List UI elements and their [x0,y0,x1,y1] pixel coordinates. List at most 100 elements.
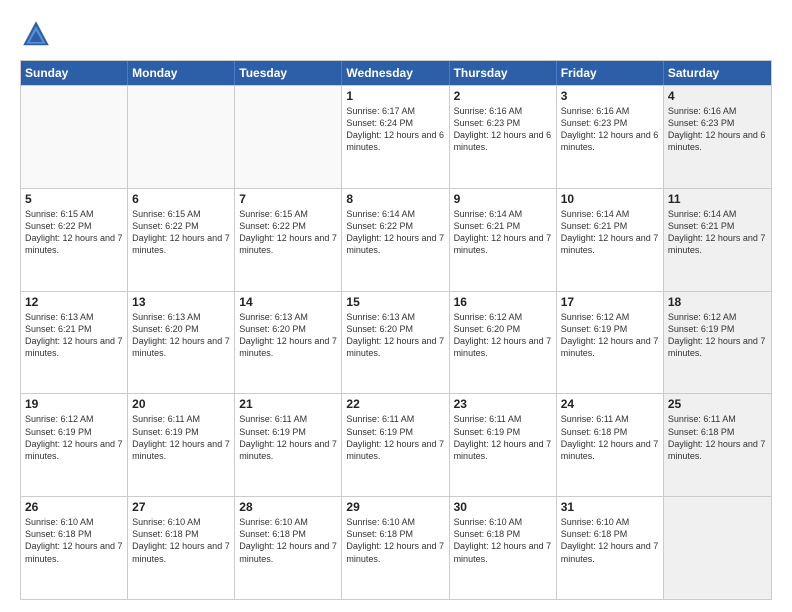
cal-cell: 13 Sunrise: 6:13 AM Sunset: 6:20 PM Dayli… [128,292,235,394]
cal-cell: 9 Sunrise: 6:14 AM Sunset: 6:21 PM Daylig… [450,189,557,291]
cal-cell: 26Sunrise: 6:10 AM Sunset: 6:18 PM Dayli… [21,497,128,599]
cal-cell: 19 Sunrise: 6:12 AM Sunset: 6:19 PM Dayli… [21,394,128,496]
day-info: Sunrise: 6:15 AM Sunset: 6:22 PM Dayligh… [239,208,337,257]
header-day-tuesday: Tuesday [235,61,342,85]
cal-cell: 30 Sunrise: 6:10 AM Sunset: 6:18 PM Dayli… [450,497,557,599]
day-number: 18 [668,295,767,309]
logo-icon [20,18,52,50]
day-info: Sunrise: 6:11 AM Sunset: 6:18 PM Dayligh… [561,413,659,462]
week-row-1: 1 Sunrise: 6:17 AM Sunset: 6:24 PM Daylig… [21,85,771,188]
cal-cell: 27 Sunrise: 6:10 AM Sunset: 6:18 PM Dayli… [128,497,235,599]
header-day-thursday: Thursday [450,61,557,85]
day-info: Sunrise: 6:15 AM Sunset: 6:22 PM Dayligh… [132,208,230,257]
header-day-friday: Friday [557,61,664,85]
cal-cell: 17 Sunrise: 6:12 AM Sunset: 6:19 PM Dayli… [557,292,664,394]
day-info: Sunrise: 6:13 AM Sunset: 6:21 PM Dayligh… [25,311,123,360]
day-number: 10 [561,192,659,206]
cal-cell: 4Sunrise: 6:16 AM Sunset: 6:23 PM Daylig… [664,86,771,188]
cal-cell: 22 Sunrise: 6:11 AM Sunset: 6:19 PM Dayli… [342,394,449,496]
day-info: Sunrise: 6:13 AM Sunset: 6:20 PM Dayligh… [132,311,230,360]
day-info: Sunrise: 6:11 AM Sunset: 6:19 PM Dayligh… [132,413,230,462]
cal-cell: 24 Sunrise: 6:11 AM Sunset: 6:18 PM Dayli… [557,394,664,496]
day-info: Sunrise: 6:12 AM Sunset: 6:19 PM Dayligh… [25,413,123,462]
cal-cell: 16 Sunrise: 6:12 AM Sunset: 6:20 PM Dayli… [450,292,557,394]
cal-cell: 5 Sunrise: 6:15 AM Sunset: 6:22 PM Daylig… [21,189,128,291]
calendar-header: SundayMondayTuesdayWednesdayThursdayFrid… [21,61,771,85]
week-row-3: 12 Sunrise: 6:13 AM Sunset: 6:21 PM Dayli… [21,291,771,394]
cal-cell: 11 Sunrise: 6:14 AM Sunset: 6:21 PM Dayli… [664,189,771,291]
day-number: 20 [132,397,230,411]
day-number: 26 [25,500,123,514]
cal-cell: 31 Sunrise: 6:10 AM Sunset: 6:18 PM Dayli… [557,497,664,599]
day-info: Sunrise: 6:17 AM Sunset: 6:24 PM Dayligh… [346,105,444,154]
cal-cell: 23 Sunrise: 6:11 AM Sunset: 6:19 PM Dayli… [450,394,557,496]
cal-cell: 3Sunrise: 6:16 AM Sunset: 6:23 PM Daylig… [557,86,664,188]
day-info: Sunrise: 6:10 AM Sunset: 6:18 PM Dayligh… [132,516,230,565]
day-number: 6 [132,192,230,206]
day-number: 1 [346,89,444,103]
calendar-body: 1 Sunrise: 6:17 AM Sunset: 6:24 PM Daylig… [21,85,771,599]
day-info: Sunrise: 6:16 AM Sunset: 6:23 PM Dayligh… [668,105,767,154]
logo [20,18,58,50]
day-number: 19 [25,397,123,411]
day-number: 11 [668,192,767,206]
day-info: Sunrise: 6:12 AM Sunset: 6:19 PM Dayligh… [668,311,767,360]
cal-cell [128,86,235,188]
day-number: 16 [454,295,552,309]
day-info: Sunrise: 6:11 AM Sunset: 6:19 PM Dayligh… [454,413,552,462]
day-number: 8 [346,192,444,206]
cal-cell: 25 Sunrise: 6:11 AM Sunset: 6:18 PM Dayli… [664,394,771,496]
day-number: 5 [25,192,123,206]
cal-cell: 28 Sunrise: 6:10 AM Sunset: 6:18 PM Dayli… [235,497,342,599]
day-info: Sunrise: 6:10 AM Sunset: 6:18 PM Dayligh… [454,516,552,565]
day-number: 12 [25,295,123,309]
day-number: 23 [454,397,552,411]
header-day-monday: Monday [128,61,235,85]
cal-cell: 20 Sunrise: 6:11 AM Sunset: 6:19 PM Dayli… [128,394,235,496]
day-info: Sunrise: 6:12 AM Sunset: 6:19 PM Dayligh… [561,311,659,360]
day-number: 30 [454,500,552,514]
day-number: 15 [346,295,444,309]
day-info: Sunrise: 6:11 AM Sunset: 6:19 PM Dayligh… [239,413,337,462]
cal-cell [235,86,342,188]
day-number: 31 [561,500,659,514]
week-row-2: 5 Sunrise: 6:15 AM Sunset: 6:22 PM Daylig… [21,188,771,291]
cal-cell: 8 Sunrise: 6:14 AM Sunset: 6:22 PM Daylig… [342,189,449,291]
day-number: 24 [561,397,659,411]
day-info: Sunrise: 6:14 AM Sunset: 6:21 PM Dayligh… [454,208,552,257]
day-number: 21 [239,397,337,411]
day-number: 22 [346,397,444,411]
day-number: 29 [346,500,444,514]
day-number: 17 [561,295,659,309]
day-info: Sunrise: 6:14 AM Sunset: 6:22 PM Dayligh… [346,208,444,257]
page: SundayMondayTuesdayWednesdayThursdayFrid… [0,0,792,612]
cal-cell: 10Sunrise: 6:14 AM Sunset: 6:21 PM Dayli… [557,189,664,291]
week-row-4: 19 Sunrise: 6:12 AM Sunset: 6:19 PM Dayli… [21,393,771,496]
day-number: 2 [454,89,552,103]
cal-cell: 12 Sunrise: 6:13 AM Sunset: 6:21 PM Dayli… [21,292,128,394]
cal-cell: 21 Sunrise: 6:11 AM Sunset: 6:19 PM Dayli… [235,394,342,496]
day-info: Sunrise: 6:12 AM Sunset: 6:20 PM Dayligh… [454,311,552,360]
day-info: Sunrise: 6:16 AM Sunset: 6:23 PM Dayligh… [561,105,659,154]
day-info: Sunrise: 6:10 AM Sunset: 6:18 PM Dayligh… [561,516,659,565]
day-number: 28 [239,500,337,514]
cal-cell: 7 Sunrise: 6:15 AM Sunset: 6:22 PM Daylig… [235,189,342,291]
day-info: Sunrise: 6:13 AM Sunset: 6:20 PM Dayligh… [239,311,337,360]
day-info: Sunrise: 6:15 AM Sunset: 6:22 PM Dayligh… [25,208,123,257]
day-info: Sunrise: 6:11 AM Sunset: 6:18 PM Dayligh… [668,413,767,462]
header-day-saturday: Saturday [664,61,771,85]
day-number: 13 [132,295,230,309]
day-info: Sunrise: 6:11 AM Sunset: 6:19 PM Dayligh… [346,413,444,462]
header-day-wednesday: Wednesday [342,61,449,85]
day-info: Sunrise: 6:14 AM Sunset: 6:21 PM Dayligh… [668,208,767,257]
day-info: Sunrise: 6:10 AM Sunset: 6:18 PM Dayligh… [239,516,337,565]
day-number: 14 [239,295,337,309]
header [20,18,772,50]
day-number: 7 [239,192,337,206]
day-number: 25 [668,397,767,411]
day-number: 9 [454,192,552,206]
cal-cell: 18 Sunrise: 6:12 AM Sunset: 6:19 PM Dayli… [664,292,771,394]
day-info: Sunrise: 6:16 AM Sunset: 6:23 PM Dayligh… [454,105,552,154]
day-number: 27 [132,500,230,514]
cal-cell: 1 Sunrise: 6:17 AM Sunset: 6:24 PM Daylig… [342,86,449,188]
